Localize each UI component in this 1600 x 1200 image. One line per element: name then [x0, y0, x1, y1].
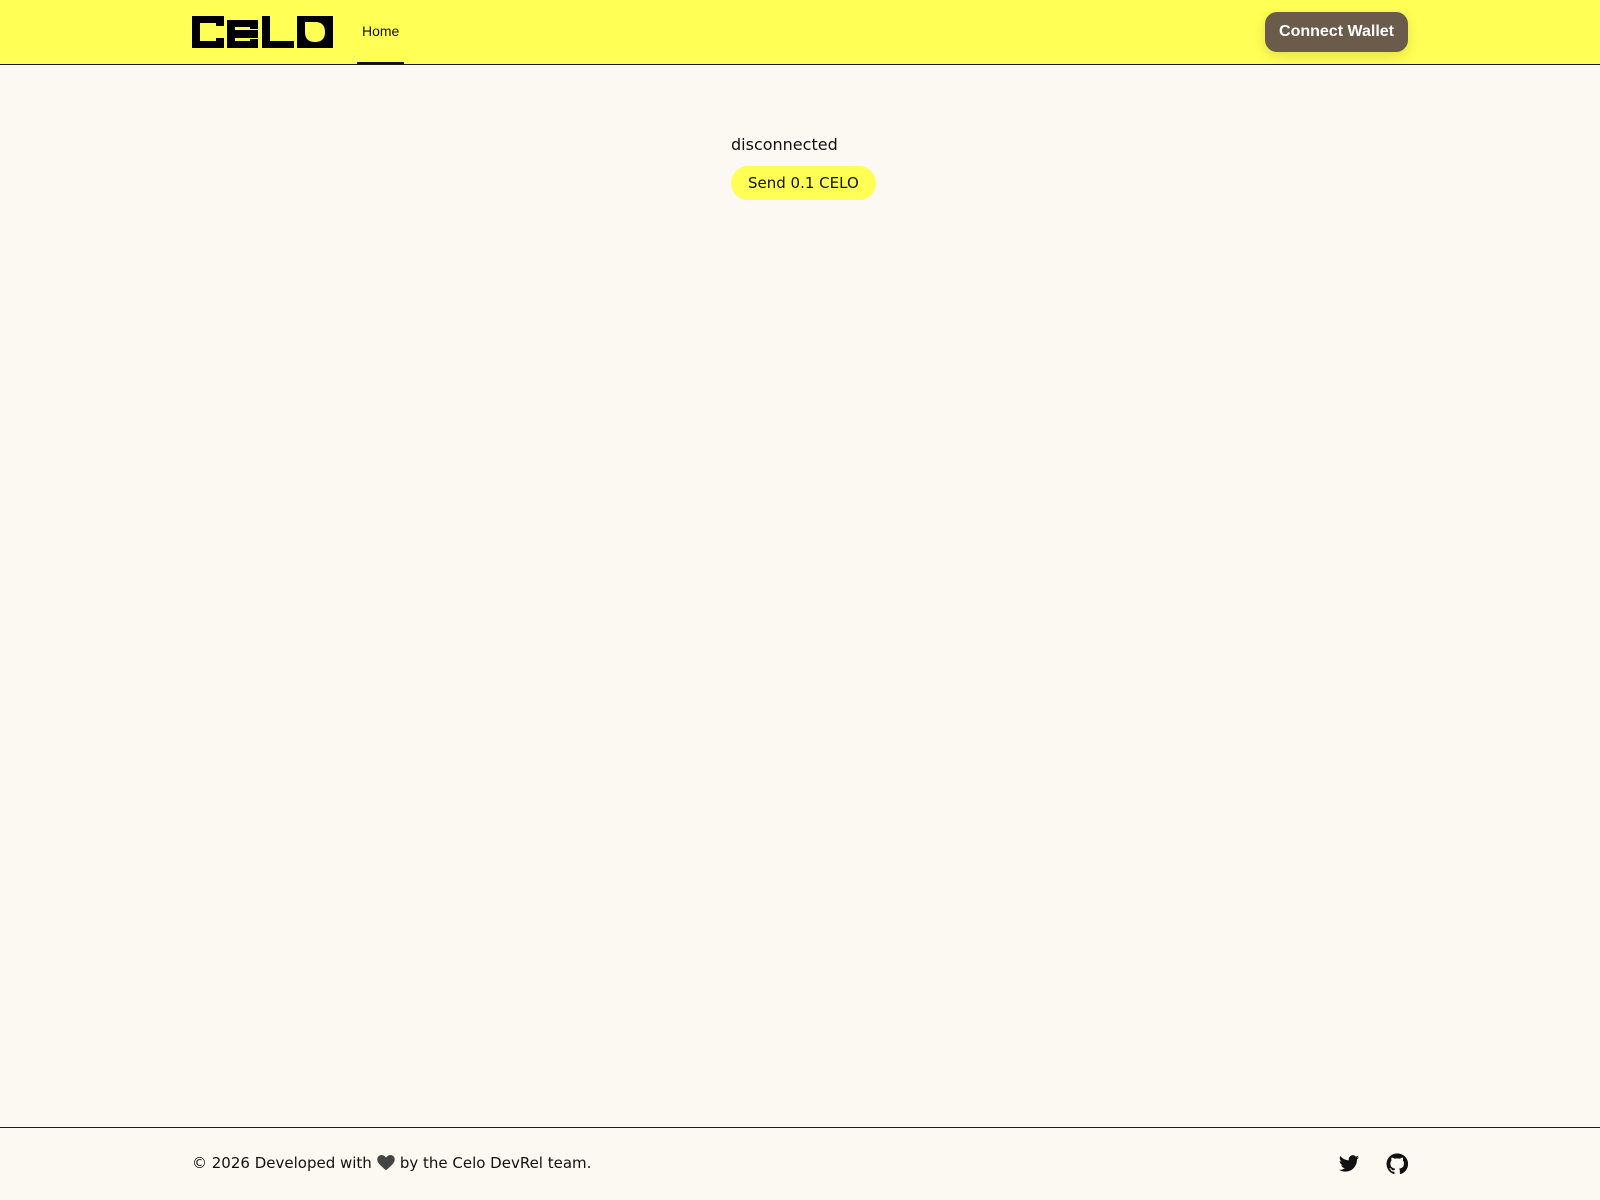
main-content: disconnected Send 0.1 CELO	[731, 133, 876, 200]
copyright-suffix: by the Celo DevRel team.	[399, 1154, 592, 1172]
nav-home[interactable]: Home	[357, 0, 405, 64]
header-inner: Home Connect Wallet	[192, 0, 1408, 64]
github-icon[interactable]	[1386, 1153, 1408, 1175]
top-header: Home Connect Wallet	[0, 0, 1600, 65]
footer: © 2026 Developed with by the Celo DevRel…	[0, 1127, 1600, 1200]
copyright-prefix: © 2026 Developed with	[192, 1154, 372, 1172]
footer-copyright: © 2026 Developed with by the Celo DevRel…	[192, 1154, 591, 1172]
connection-status: disconnected	[731, 135, 838, 154]
send-celo-button[interactable]: Send 0.1 CELO	[731, 166, 876, 200]
twitter-icon[interactable]	[1338, 1153, 1360, 1175]
heart-icon	[377, 1155, 395, 1171]
footer-inner: © 2026 Developed with by the Celo DevRel…	[192, 1128, 1408, 1200]
celo-logo[interactable]	[192, 16, 333, 48]
connect-wallet-button[interactable]: Connect Wallet	[1265, 12, 1408, 52]
